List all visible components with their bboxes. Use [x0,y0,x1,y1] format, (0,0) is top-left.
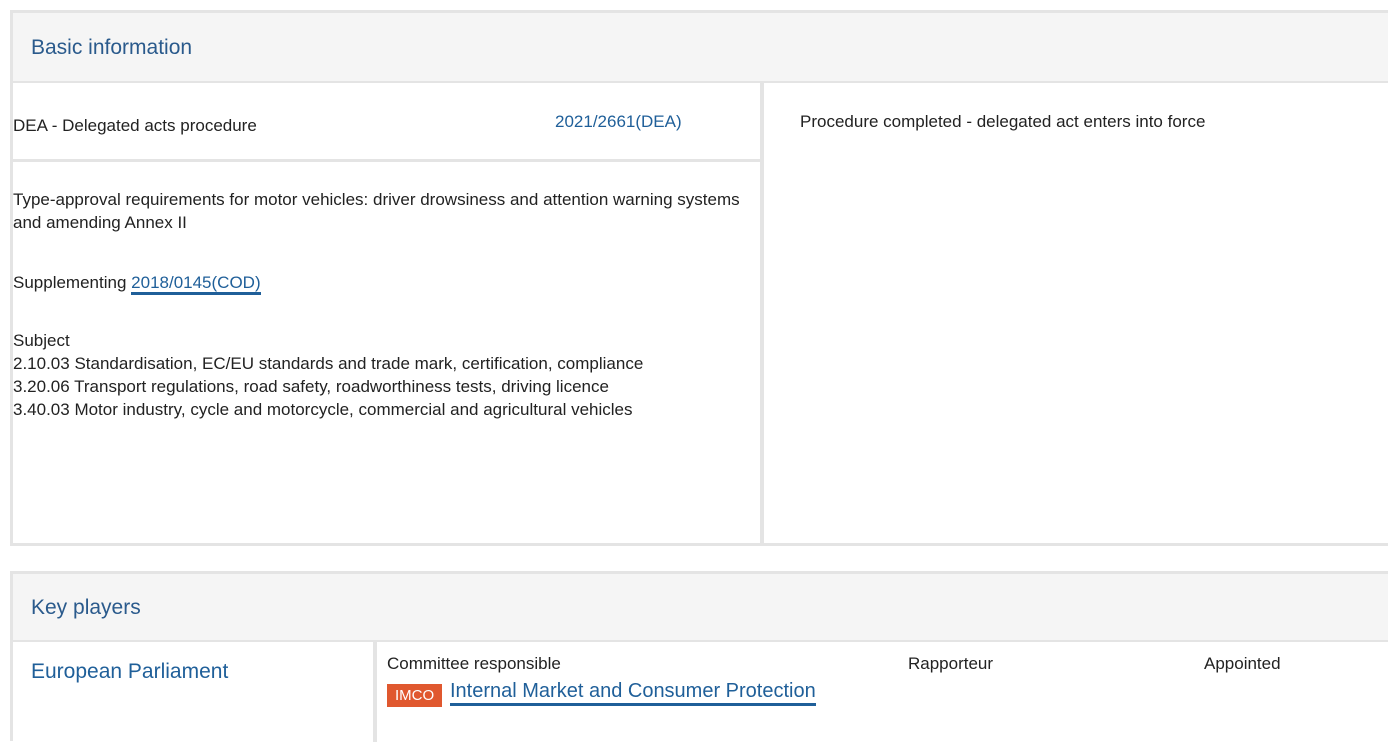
key-players-heading: Key players [13,574,1388,642]
subject-block: Subject 2.10.03 Standardisation, EC/EU s… [13,329,748,421]
supplementing-reference-link[interactable]: 2018/0145(COD) [131,273,261,295]
supplementing-label: Supplementing [13,273,127,292]
procedure-type: DEA - Delegated acts procedure [13,116,257,135]
procedure-status: Procedure completed - delegated act ente… [800,112,1206,131]
subject-label: Subject [13,331,70,350]
subject-item: 3.20.06 Transport regulations, road safe… [13,377,609,396]
basic-information-heading: Basic information [13,13,1388,83]
basic-right-column: Procedure completed - delegated act ente… [764,83,1388,543]
committee-code-badge: IMCO [387,684,443,707]
procedure-type-row: DEA - Delegated acts procedure 2021/2661… [13,83,760,162]
basic-information-panel: Basic information DEA - Delegated acts p… [10,10,1388,546]
column-header-committee: Committee responsible [387,654,561,673]
subject-item: 3.40.03 Motor industry, cycle and motorc… [13,400,633,419]
committee-link[interactable]: Internal Market and Consumer Protection [450,680,816,706]
institution-cell: European Parliament [13,642,377,742]
subject-item: 2.10.03 Standardisation, EC/EU standards… [13,354,644,373]
key-players-panel: Key players European Parliament Committe… [10,571,1388,742]
procedure-reference-link[interactable]: 2021/2661(DEA) [555,110,682,133]
column-header-rapporteur: Rapporteur [908,654,994,673]
column-header-appointed: Appointed [1204,654,1281,673]
basic-left-column: DEA - Delegated acts procedure 2021/2661… [13,83,764,543]
procedure-description: Type-approval requirements for motor veh… [13,190,740,232]
supplementing-line: Supplementing 2018/0145(COD) [13,271,261,295]
institution-link-european-parliament[interactable]: European Parliament [31,660,228,684]
